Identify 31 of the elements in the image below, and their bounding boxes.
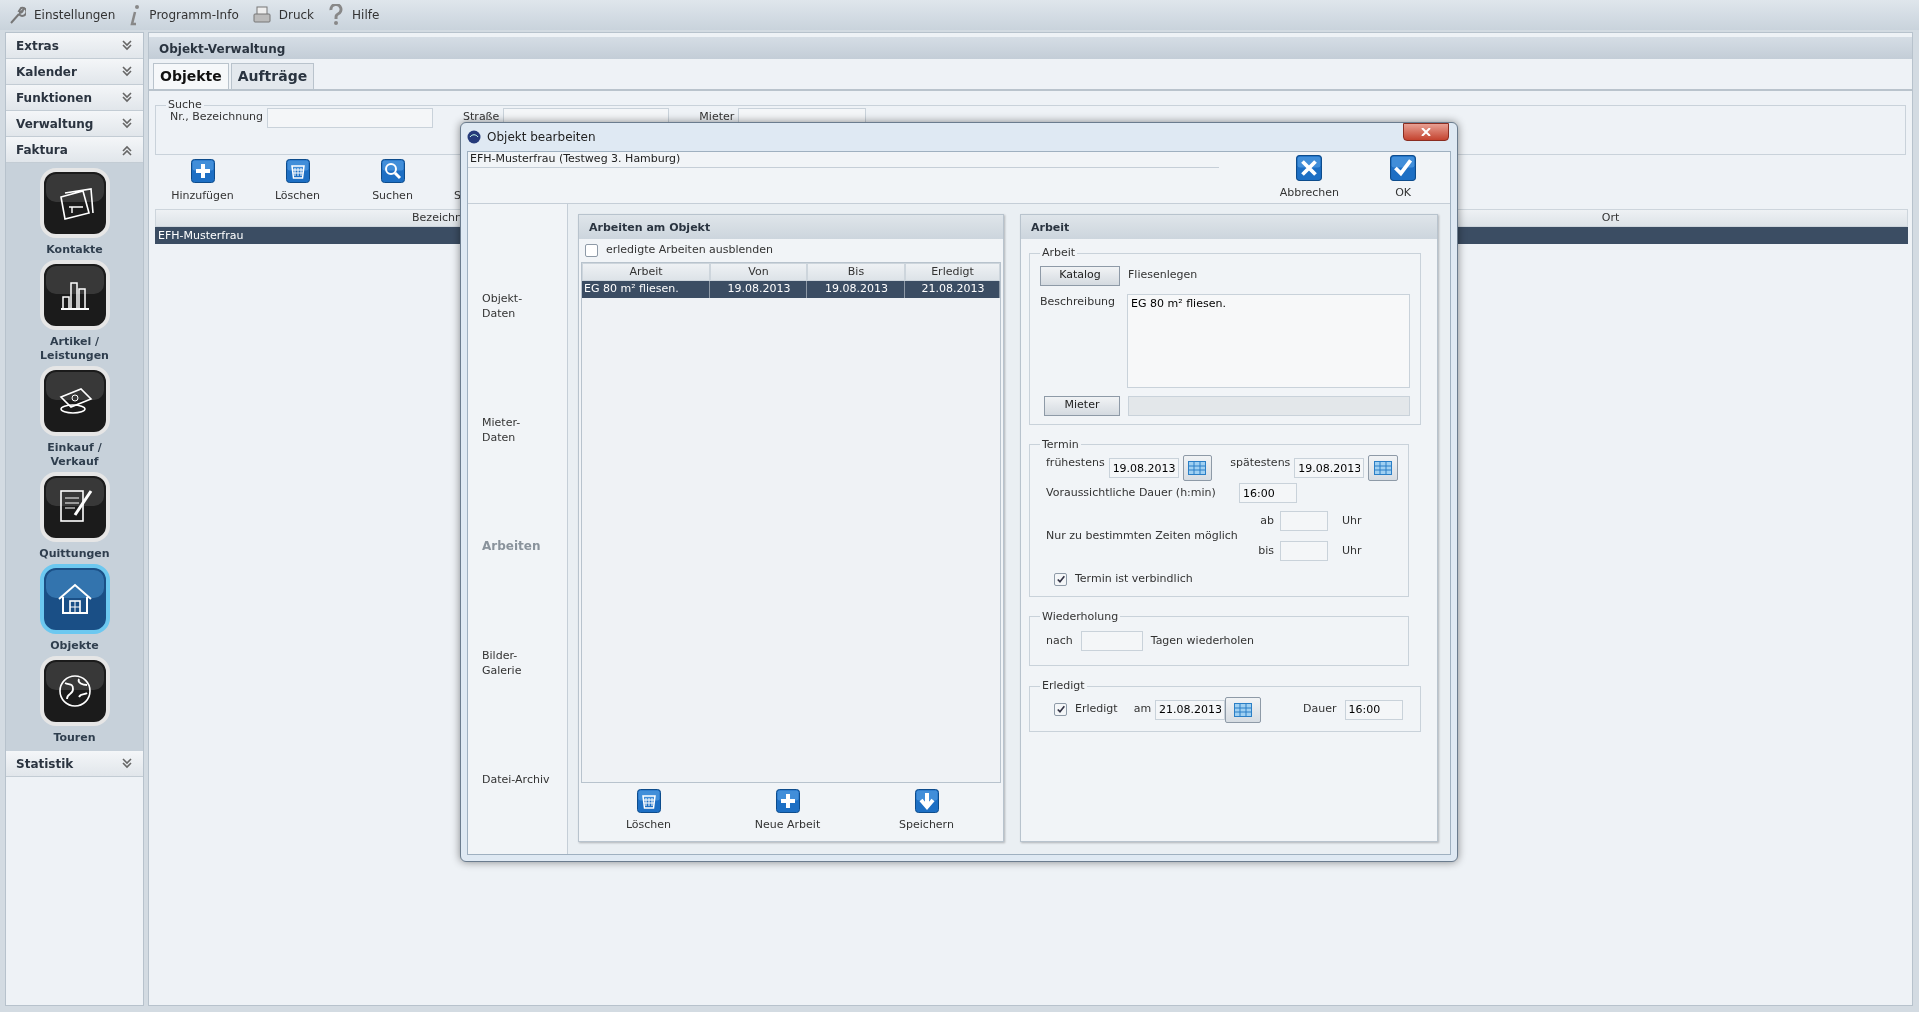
panel-title: Arbeit <box>1021 215 1437 239</box>
field-label: frühestens <box>1046 455 1105 471</box>
checkbox-label: Termin ist verbindlich <box>1075 571 1193 587</box>
checkbox-label: Erledigt <box>1075 701 1118 718</box>
table-cell: EFH-Musterfrau <box>158 229 244 242</box>
field-label: ab <box>1259 512 1274 529</box>
field-label: Voraussichtliche Dauer (h:min) <box>1046 484 1217 501</box>
field-label: Mieter <box>699 109 735 126</box>
field-label: Fliesenlegen <box>1128 267 1198 284</box>
field-label: Nr., Bezeichnung <box>170 109 264 126</box>
field-label: nach <box>1046 632 1073 649</box>
window-title: Objekt bearbeiten <box>487 129 596 146</box>
object-address: EFH-Musterfrau (Testweg 3. Hamburg) <box>468 152 1220 168</box>
group-title: Erledigt <box>1041 678 1086 694</box>
group-title: Termin <box>1041 436 1080 453</box>
field-label: Straße <box>463 109 500 126</box>
field-label: Tagen wiederholen <box>1150 632 1254 649</box>
field-label: Beschreibung <box>1040 293 1117 310</box>
field-label: Uhr <box>1342 542 1362 559</box>
field-label: spätestens <box>1230 455 1291 471</box>
group-title: Wiederholung <box>1041 608 1120 625</box>
field-label: Uhr <box>1342 512 1362 529</box>
panel-title: Arbeiten am Objekt <box>579 215 1003 239</box>
field-label: Dauer <box>1303 701 1337 718</box>
panel-title: Objekt-Verwaltung <box>149 37 1912 59</box>
checkbox-label: erledigte Arbeiten ausblenden <box>606 242 774 258</box>
field-label: bis <box>1257 542 1274 559</box>
field-label: am <box>1133 701 1152 718</box>
group-title: Arbeit <box>1041 245 1077 261</box>
field-label: Nur zu bestimmten Zeiten möglich <box>1046 527 1239 544</box>
group-title: Suche <box>167 97 203 112</box>
